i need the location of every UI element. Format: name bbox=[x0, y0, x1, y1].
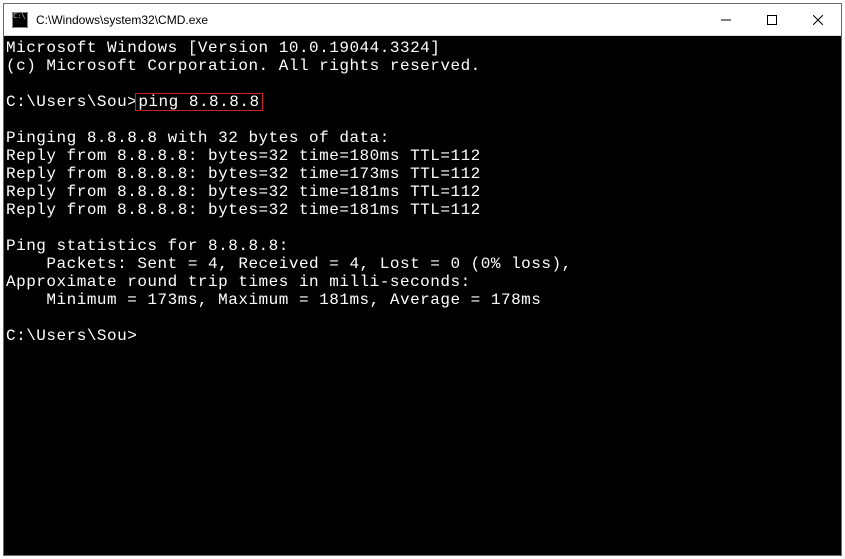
ping-reply: Reply from 8.8.8.8: bytes=32 time=180ms … bbox=[6, 147, 481, 165]
prompt-2: C:\Users\Sou> bbox=[6, 327, 137, 345]
cmd-window: C:\Windows\system32\CMD.exe Microsoft Wi… bbox=[3, 3, 842, 556]
ping-stats-header: Ping statistics for 8.8.8.8: bbox=[6, 237, 289, 255]
window-title: C:\Windows\system32\CMD.exe bbox=[36, 13, 703, 27]
prompt-1-path: C:\Users\Sou> bbox=[6, 93, 137, 111]
ping-reply: Reply from 8.8.8.8: bytes=32 time=173ms … bbox=[6, 165, 481, 183]
close-button[interactable] bbox=[795, 4, 841, 35]
ms-header-line-1: Microsoft Windows [Version 10.0.19044.33… bbox=[6, 39, 440, 57]
ms-header-line-2: (c) Microsoft Corporation. All rights re… bbox=[6, 57, 481, 75]
highlighted-command: ping 8.8.8.8 bbox=[135, 93, 262, 111]
console-output[interactable]: Microsoft Windows [Version 10.0.19044.33… bbox=[4, 36, 841, 555]
minimize-button[interactable] bbox=[703, 4, 749, 35]
maximize-button[interactable] bbox=[749, 4, 795, 35]
ping-reply: Reply from 8.8.8.8: bytes=32 time=181ms … bbox=[6, 201, 481, 219]
cmd-icon bbox=[12, 12, 28, 28]
ping-reply: Reply from 8.8.8.8: bytes=32 time=181ms … bbox=[6, 183, 481, 201]
ping-stats-rtt: Minimum = 173ms, Maximum = 181ms, Averag… bbox=[6, 291, 541, 309]
ping-stats-rtt-header: Approximate round trip times in milli-se… bbox=[6, 273, 471, 291]
window-controls bbox=[703, 4, 841, 35]
titlebar[interactable]: C:\Windows\system32\CMD.exe bbox=[4, 4, 841, 36]
ping-stats-packets: Packets: Sent = 4, Received = 4, Lost = … bbox=[6, 255, 572, 273]
ping-header: Pinging 8.8.8.8 with 32 bytes of data: bbox=[6, 129, 390, 147]
